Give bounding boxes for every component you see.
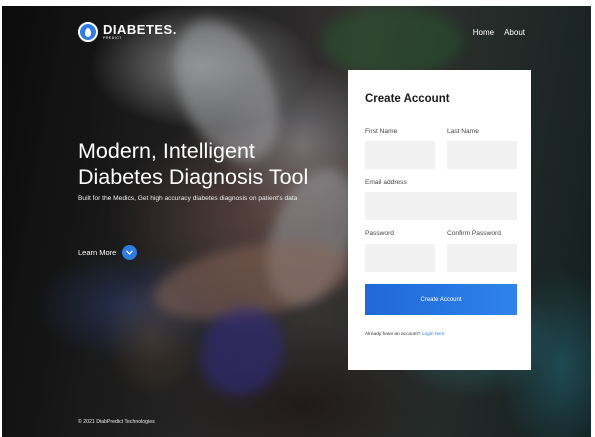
drop-icon xyxy=(78,22,98,42)
learn-more-label: Learn More xyxy=(78,248,117,257)
login-link[interactable]: Login here xyxy=(422,332,445,337)
confirm-password-input[interactable] xyxy=(447,244,517,272)
form-title: Create Account xyxy=(365,93,450,105)
hero-background: DIABETES. PREDICT Home About Modern, Int… xyxy=(2,6,591,437)
login-prompt-text: Already have an account? xyxy=(365,332,421,337)
nav-links: Home About xyxy=(473,28,525,37)
password-label: Password xyxy=(365,230,394,237)
top-navbar: DIABETES. PREDICT Home About xyxy=(2,6,591,61)
hero-subtitle: Built for the Medics, Get high accuracy … xyxy=(78,195,298,202)
hero-section: Modern, Intelligent Diabetes Diagnosis T… xyxy=(78,138,338,202)
first-name-label: First Name xyxy=(365,128,398,135)
password-input[interactable] xyxy=(365,244,435,272)
last-name-label: Last Name xyxy=(447,128,479,135)
brand-name: DIABETES. xyxy=(103,22,177,38)
hero-title: Modern, Intelligent Diabetes Diagnosis T… xyxy=(78,138,338,190)
learn-more-button[interactable]: Learn More xyxy=(78,245,138,260)
confirm-password-label: Confirm Password xyxy=(447,230,501,237)
email-label: Email address xyxy=(365,179,407,186)
nav-link-about[interactable]: About xyxy=(504,28,525,37)
last-name-input[interactable] xyxy=(447,141,517,169)
brand-logo[interactable]: DIABETES. PREDICT xyxy=(78,22,177,42)
create-account-card: Create Account First Name Last Name Emai… xyxy=(348,70,531,370)
first-name-input[interactable] xyxy=(365,141,435,169)
footer-copyright: © 2021 DiabPredict Technologies xyxy=(78,419,155,425)
login-prompt: Already have an account? Login here xyxy=(365,332,444,337)
nav-link-home[interactable]: Home xyxy=(473,28,494,37)
brand-tagline: PREDICT xyxy=(103,36,122,41)
hero-title-line-2: Diabetes Diagnosis Tool xyxy=(78,165,309,189)
email-input[interactable] xyxy=(365,192,517,220)
create-account-button[interactable]: Create Account xyxy=(365,284,517,315)
chevron-down-icon xyxy=(122,245,138,260)
hero-title-line-1: Modern, Intelligent xyxy=(78,139,255,163)
